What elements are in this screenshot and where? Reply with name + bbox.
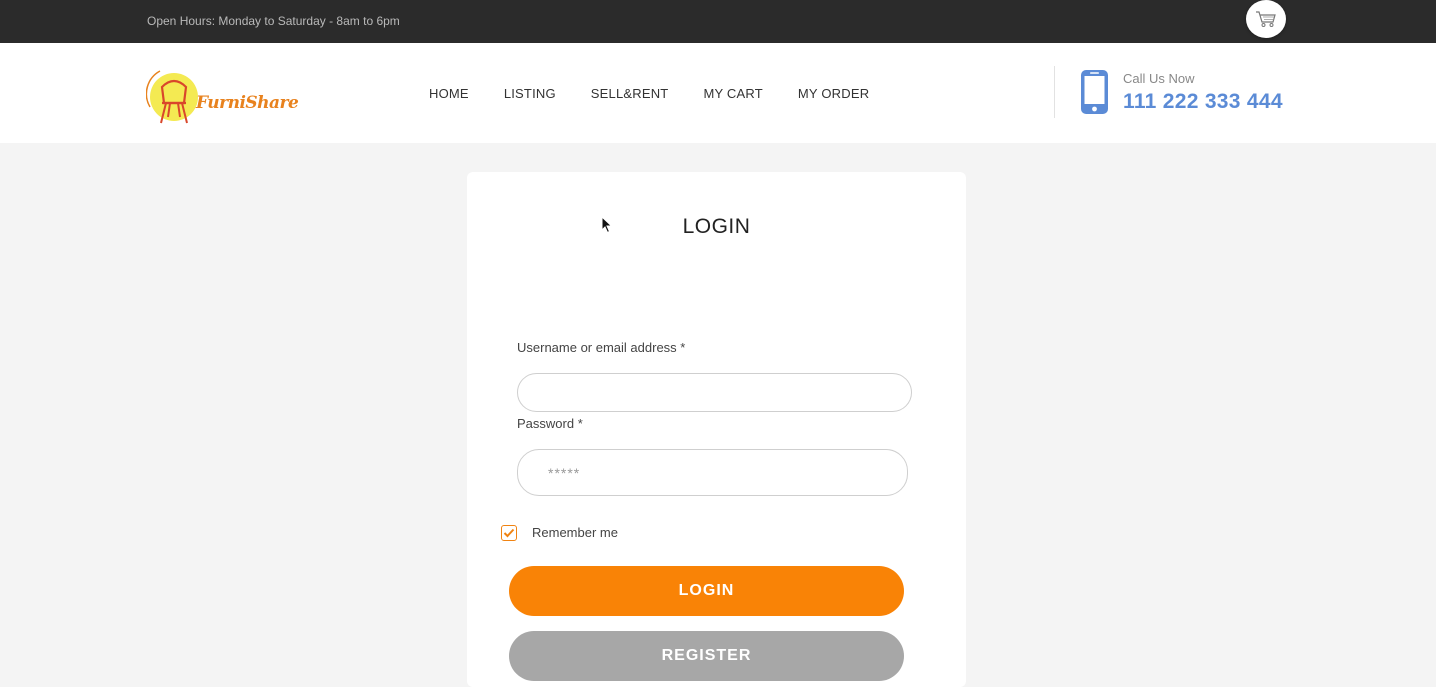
call-us-number[interactable]: 111 222 333 444 (1123, 90, 1283, 114)
remember-me-label[interactable]: Remember me (532, 525, 618, 540)
nav-my-order[interactable]: MY ORDER (798, 86, 869, 101)
login-title: LOGIN (682, 215, 751, 238)
username-input[interactable] (517, 373, 912, 412)
header-divider (1054, 66, 1055, 118)
register-button[interactable]: REGISTER (509, 631, 904, 681)
cart-icon (1256, 11, 1276, 27)
site-header: FurniShare HOME LISTING SELL&RENT MY CAR… (0, 43, 1436, 143)
checkmark-icon (503, 528, 515, 538)
login-card: LOGIN Username or email address * Passwo… (467, 172, 966, 687)
username-label: Username or email address * (517, 340, 686, 355)
open-hours-text: Open Hours: Monday to Saturday - 8am to … (147, 14, 400, 28)
call-us-label: Call Us Now (1123, 71, 1195, 86)
nav-my-cart[interactable]: MY CART (703, 86, 762, 101)
top-bar: Open Hours: Monday to Saturday - 8am to … (0, 0, 1436, 43)
main-nav: HOME LISTING SELL&RENT MY CART MY ORDER (429, 86, 904, 101)
password-input[interactable] (517, 449, 908, 496)
nav-listing[interactable]: LISTING (504, 86, 556, 101)
remember-me-checkbox[interactable] (501, 525, 517, 541)
cart-button[interactable] (1246, 0, 1286, 38)
phone-icon (1081, 70, 1108, 114)
mouse-cursor-icon (601, 216, 613, 234)
password-label: Password * (517, 416, 583, 431)
site-logo[interactable]: FurniShare (146, 67, 299, 127)
login-button[interactable]: LOGIN (509, 566, 904, 616)
logo-text: FurniShare (196, 93, 299, 113)
nav-sell-rent[interactable]: SELL&RENT (591, 86, 669, 101)
nav-home[interactable]: HOME (429, 86, 469, 101)
